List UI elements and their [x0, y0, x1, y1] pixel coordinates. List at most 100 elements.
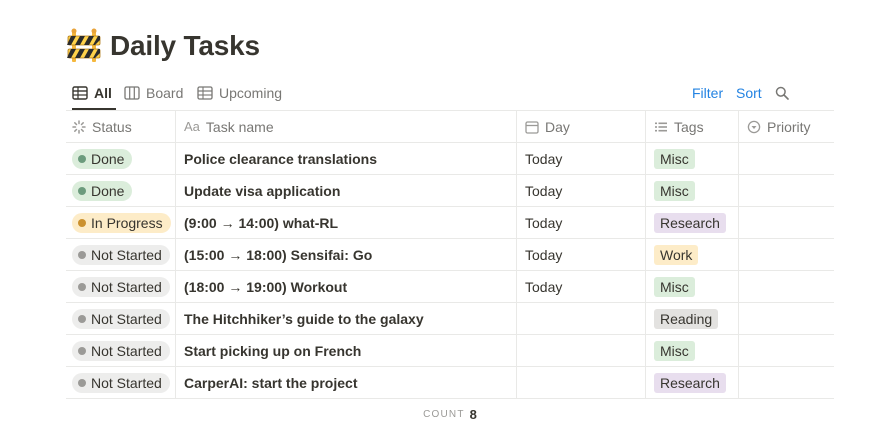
column-header-task-name[interactable]: Aa Task name: [176, 111, 517, 142]
column-header-tags[interactable]: Tags: [646, 111, 739, 142]
status-label: Not Started: [91, 278, 162, 295]
day-cell[interactable]: [517, 335, 646, 366]
day-cell[interactable]: [517, 303, 646, 334]
table-row[interactable]: Not Started CarperAI: start the project Re…: [66, 367, 834, 399]
day-cell[interactable]: Today: [517, 271, 646, 302]
task-name-cell[interactable]: CarperAI: start the project: [176, 367, 517, 398]
task-name-cell[interactable]: Update visa application: [176, 175, 517, 206]
task-name[interactable]: The Hitchhiker’s guide to the galaxy: [184, 311, 424, 327]
status-cell[interactable]: Done: [66, 143, 176, 174]
task-name[interactable]: (18:00 → 19:00) Workout: [184, 279, 347, 295]
tab-upcoming[interactable]: Upcoming: [197, 78, 282, 108]
tags-cell[interactable]: Work: [646, 239, 739, 270]
task-name[interactable]: Start picking up on French: [184, 343, 361, 359]
task-name-cell[interactable]: (9:00 → 14:00) what-RL: [176, 207, 517, 238]
day-cell[interactable]: Today: [517, 175, 646, 206]
status-badge[interactable]: Not Started: [72, 276, 170, 297]
priority-cell[interactable]: [739, 271, 834, 302]
priority-cell[interactable]: [739, 335, 834, 366]
page-title: Daily Tasks: [110, 30, 260, 61]
task-name-cell[interactable]: (15:00 → 18:00) Sensifai: Go: [176, 239, 517, 270]
status-dot-icon: [78, 250, 86, 259]
status-badge[interactable]: Done: [72, 148, 133, 169]
task-name-cell[interactable]: The Hitchhiker’s guide to the galaxy: [176, 303, 517, 334]
task-name[interactable]: (9:00 → 14:00) what-RL: [184, 215, 338, 231]
table-row[interactable]: Done Police clearance translations Today Mi…: [66, 143, 834, 175]
priority-cell[interactable]: [739, 175, 834, 206]
calendar-icon: [525, 120, 539, 134]
tag-badge[interactable]: Misc: [654, 340, 695, 361]
day-cell[interactable]: Today: [517, 207, 646, 238]
task-name[interactable]: Police clearance translations: [184, 151, 377, 167]
status-cell[interactable]: In Progress: [66, 207, 176, 238]
status-dot-icon: [78, 218, 86, 227]
tag-badge[interactable]: Misc: [654, 148, 695, 169]
table-row[interactable]: Not Started (18:00 → 19:00) Workout Today M…: [66, 271, 834, 303]
status-badge[interactable]: Not Started: [72, 340, 170, 361]
tab-all[interactable]: All: [72, 78, 112, 108]
status-badge[interactable]: Done: [72, 180, 133, 201]
day-cell[interactable]: Today: [517, 239, 646, 270]
status-cell[interactable]: Not Started: [66, 239, 176, 270]
tag-badge[interactable]: Research: [654, 372, 726, 393]
status-badge[interactable]: Not Started: [72, 372, 170, 393]
status-cell[interactable]: Done: [66, 175, 176, 206]
task-name-cell[interactable]: Start picking up on French: [176, 335, 517, 366]
table-row[interactable]: Not Started (15:00 → 18:00) Sensifai: Go T…: [66, 239, 834, 271]
day-cell[interactable]: Today: [517, 143, 646, 174]
tags-cell[interactable]: Misc: [646, 143, 739, 174]
table-body: Done Police clearance translations Today Mi…: [66, 143, 834, 399]
status-dot-icon: [78, 282, 86, 291]
tag-badge[interactable]: Misc: [654, 276, 695, 297]
tags-cell[interactable]: Misc: [646, 271, 739, 302]
status-badge[interactable]: Not Started: [72, 244, 170, 265]
column-header-day[interactable]: Day: [517, 111, 646, 142]
tags-cell[interactable]: Misc: [646, 335, 739, 366]
status-cell[interactable]: Not Started: [66, 303, 176, 334]
status-cell[interactable]: Not Started: [66, 271, 176, 302]
status-badge[interactable]: Not Started: [72, 308, 170, 329]
status-badge[interactable]: In Progress: [72, 212, 171, 233]
priority-icon: [747, 120, 761, 133]
status-dot-icon: [78, 314, 86, 323]
tags-cell[interactable]: Research: [646, 367, 739, 398]
task-name[interactable]: (15:00 → 18:00) Sensifai: Go: [184, 247, 372, 263]
tab-upcoming-label: Upcoming: [219, 85, 283, 101]
tag-badge[interactable]: Misc: [654, 180, 695, 201]
table-row[interactable]: In Progress (9:00 → 14:00) what-RL Today Re…: [66, 207, 834, 239]
status-dot-icon: [78, 346, 86, 355]
priority-cell[interactable]: [739, 207, 834, 238]
board-icon: [124, 86, 140, 100]
tab-board[interactable]: Board: [124, 78, 183, 108]
search-button[interactable]: [775, 78, 789, 108]
priority-cell[interactable]: [739, 303, 834, 334]
task-name[interactable]: Update visa application: [184, 183, 340, 199]
status-cell[interactable]: Not Started: [66, 367, 176, 398]
filter-button[interactable]: Filter: [692, 78, 723, 108]
column-header-status[interactable]: Status: [66, 111, 176, 142]
status-cell[interactable]: Not Started: [66, 335, 176, 366]
task-name-cell[interactable]: Police clearance translations: [176, 143, 517, 174]
tag-badge[interactable]: Reading: [654, 308, 719, 329]
priority-cell[interactable]: [739, 239, 834, 270]
tag-badge[interactable]: Research: [654, 212, 726, 233]
priority-cell[interactable]: [739, 143, 834, 174]
column-label: Tags: [674, 118, 704, 135]
tags-cell[interactable]: Reading: [646, 303, 739, 334]
task-name-cell[interactable]: (18:00 → 19:00) Workout: [176, 271, 517, 302]
tags-cell[interactable]: Misc: [646, 175, 739, 206]
sort-button[interactable]: Sort: [736, 78, 762, 108]
day-cell[interactable]: [517, 367, 646, 398]
tag-badge[interactable]: Work: [654, 244, 699, 265]
task-name[interactable]: CarperAI: start the project: [184, 375, 357, 391]
table-icon: [197, 86, 213, 100]
tags-cell[interactable]: Research: [646, 207, 739, 238]
priority-cell[interactable]: [739, 367, 834, 398]
column-header-priority[interactable]: Priority: [739, 111, 834, 142]
tab-board-label: Board: [146, 85, 184, 101]
table-row[interactable]: Done Update visa application Today Misc: [66, 175, 834, 207]
table-row[interactable]: Not Started The Hitchhiker’s guide to the…: [66, 303, 834, 335]
day-value: Today: [525, 278, 563, 295]
status-label: In Progress: [91, 214, 163, 231]
table-row[interactable]: Not Started Start picking up on French Mis…: [66, 335, 834, 367]
